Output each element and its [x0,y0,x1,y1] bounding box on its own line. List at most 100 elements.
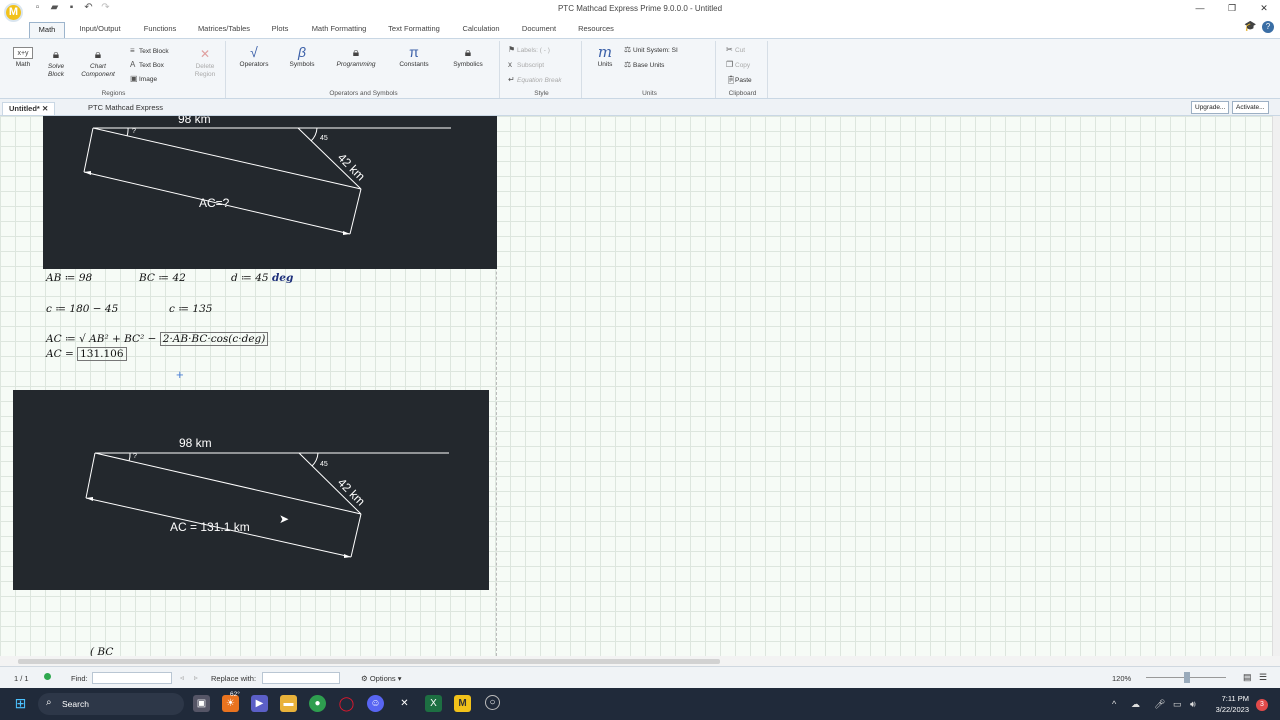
subscript-button[interactable]: x Subscript [508,60,544,69]
tab-document[interactable]: Document [515,22,563,38]
maximize-button[interactable]: ❐ [1216,0,1248,16]
capcut-icon[interactable]: ✕ [396,695,413,712]
microphone-icon[interactable]: 🎤︎ [1154,699,1165,710]
replace-input[interactable] [262,672,340,684]
ab-definition[interactable]: AB ≔ 98 [46,272,92,284]
scissors-icon: ✂ [726,45,733,54]
search-icon: ⌕ [46,697,52,708]
file-explorer-icon[interactable]: ▬ [280,695,297,712]
c-definition-value[interactable]: c ≔ 135 [169,303,212,315]
minimize-button[interactable]: — [1184,0,1216,16]
tab-text-formatting[interactable]: Text Formatting [383,22,445,38]
excel-icon[interactable]: X [425,695,442,712]
discord-icon[interactable]: ☺ [367,695,384,712]
help-icon[interactable]: ? [1262,21,1274,33]
constants-button[interactable]: π Constants [392,45,436,69]
math-region-button[interactable]: x+y Math [10,47,36,69]
graduation-cap-icon[interactable]: 🎓 [1244,21,1256,33]
activate-button[interactable]: Activate... [1232,101,1269,114]
cut-button[interactable]: ✂ Cut [726,45,745,54]
vertical-scrollbar[interactable] [1272,116,1280,656]
units-button[interactable]: m Units [590,45,620,69]
replace-label: Replace with: [211,674,257,683]
task-view-icon[interactable]: ▣ [193,695,210,712]
image-button[interactable]: ▣Image [130,74,157,83]
chrome-icon[interactable]: ● [309,695,326,712]
ac-result-value: 131.106 [77,347,127,361]
scroll-thumb[interactable] [18,659,720,664]
network-icon[interactable]: ▭ [1173,699,1182,710]
document-tabs: Untitled* ✕ PTC Mathcad Express Upgrade.… [0,99,1280,116]
upgrade-button[interactable]: Upgrade... [1191,101,1230,114]
onedrive-icon[interactable]: ☁ [1131,699,1140,710]
horizontal-scrollbar[interactable] [0,656,1280,666]
tab-math-formatting[interactable]: Math Formatting [305,22,373,38]
windows-start-icon[interactable]: ⊞ [12,695,29,712]
ac-formula[interactable]: AC ≔ √ AB² + BC² − 2·AB·BC·cos(c·deg) [46,332,269,346]
math-region-icon: x+y [13,47,33,59]
operators-button[interactable]: √ Operators [234,45,274,69]
angle-label: 45 [320,461,328,468]
geogebra-icon[interactable]: ○ [485,695,500,710]
text-block-button[interactable]: ≡ Text Block [130,46,169,55]
close-tab-icon[interactable]: ✕ [42,104,48,113]
find-prev-icon[interactable]: ◃ [180,673,184,682]
tab-functions[interactable]: Functions [139,22,181,38]
symbols-button[interactable]: β Symbols [284,45,320,69]
volume-icon[interactable]: 🔊︎ [1190,699,1196,710]
calculation-status-icon [44,673,51,680]
window-title: PTC Mathcad Express Prime 9.0.0.0 - Unti… [557,4,723,13]
opera-icon[interactable]: ◯ [338,695,355,712]
ac-result[interactable]: AC = 131.106 [46,347,127,361]
solve-block-button[interactable]: 🔒︎ Solve Block [42,47,70,79]
tab-resources[interactable]: Resources [573,22,619,38]
tab-matrices-tables[interactable]: Matrices/Tables [193,22,255,38]
programming-button[interactable]: 🔒︎ Programming [332,45,380,69]
bc-definition[interactable]: BC ≔ 42 [139,272,186,284]
chart-component-button[interactable]: 🔒︎ Chart Component [76,47,120,79]
document-tab-express[interactable]: PTC Mathcad Express [82,102,169,115]
d-definition[interactable]: d ≔ 45 deg [231,272,293,284]
show-hidden-icons-icon[interactable]: ^ [1112,699,1116,709]
taskbar-search[interactable]: ⌕ Search [38,693,184,715]
document-tab-untitled[interactable]: Untitled* ✕ [2,102,56,115]
worksheet[interactable]: 98 km 42 km AC=? 45 ? AB ≔ 98 BC ≔ 42 d … [0,116,1272,656]
teams-icon[interactable]: ▶ [251,695,268,712]
angle-label: 45 [320,135,328,142]
draft-view-icon[interactable]: ☰ [1259,672,1267,683]
unit-system-icon: ⚖ [624,45,632,54]
c-definition-expression[interactable]: c ≔ 180 − 45 [46,303,118,315]
mathcad-logo-icon[interactable]: M [4,3,23,22]
tab-math[interactable]: Math [29,22,65,38]
ribbon: x+y Math 🔒︎ Solve Block 🔒︎ Chart Compone… [0,38,1280,99]
equation-break-button[interactable]: ↵ Equation Break [508,75,561,84]
text-box-button[interactable]: A Text Box [130,60,164,69]
triangle-diagram-question[interactable]: 98 km 42 km AC=? 45 ? [43,116,497,269]
close-button[interactable]: ✕ [1248,0,1280,16]
lock-icon: 🔒︎ [352,45,360,59]
delete-region-button[interactable]: ✕ Delete Region [192,47,218,79]
notification-badge[interactable]: 3 [1256,699,1268,711]
distance-label-98: 98 km [179,436,212,450]
copy-button[interactable]: ❐ Copy [726,60,750,69]
page-view-icon[interactable]: ▤ [1243,672,1252,683]
paste-button[interactable]: 📋︎Paste [726,75,752,84]
find-input[interactable] [92,672,172,684]
lock-icon: 🔒︎ [464,45,472,59]
tab-input-output[interactable]: Input/Output [73,22,127,38]
options-dropdown[interactable]: ⚙ Options ▾ [361,674,402,683]
mathcad-taskbar-icon[interactable]: M [454,695,471,712]
tab-calculation[interactable]: Calculation [457,22,505,38]
unit-system-dropdown[interactable]: ⚖ Unit System: SI [624,45,678,54]
find-next-icon[interactable]: ▹ [194,673,198,682]
labels-dropdown[interactable]: ⚑ Labels: ( - ) [508,45,550,54]
taskbar-time[interactable]: 7:11 PM [1211,694,1249,703]
zoom-slider-thumb[interactable] [1184,672,1190,683]
tab-plots[interactable]: Plots [267,22,293,38]
partial-expression[interactable]: ( BC [90,646,113,656]
symbolics-button[interactable]: 🔒︎ Symbolics [446,45,490,69]
options-icon: ⚙ [361,674,370,683]
base-units-button[interactable]: ⚖ Base Units [624,60,664,69]
taskbar-date[interactable]: 3/22/2023 [1206,705,1249,714]
triangle-diagram-answer[interactable]: 98 km 42 km AC = 131.1 km 45 ? ➤ [13,390,489,590]
